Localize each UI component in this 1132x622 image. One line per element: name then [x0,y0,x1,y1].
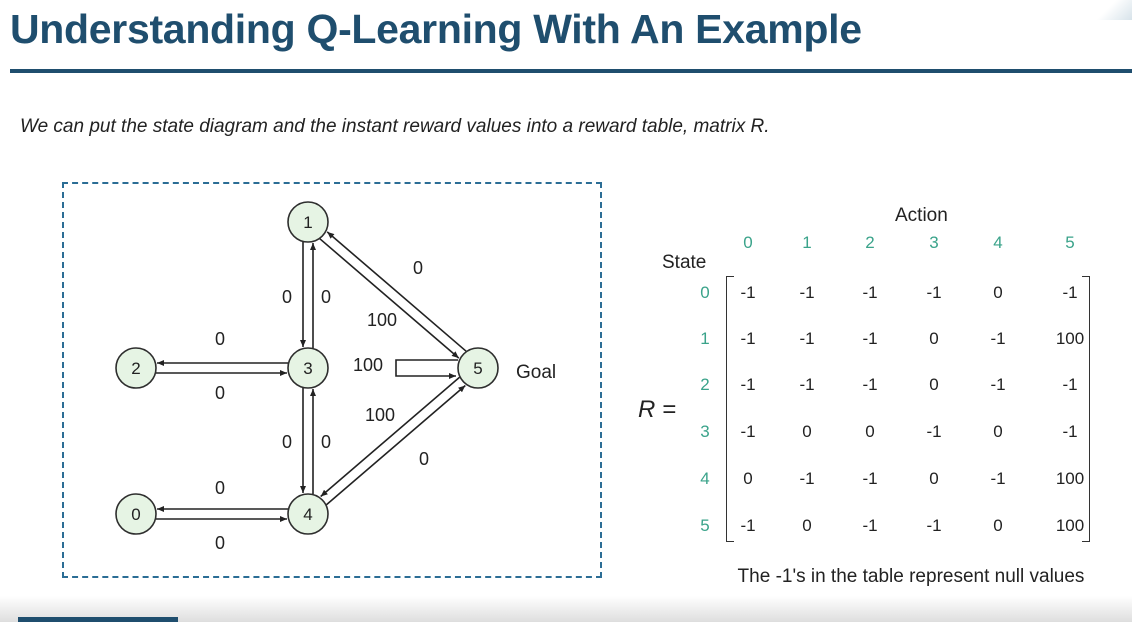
action-index-2: 2 [865,233,875,252]
matrix-cell-r2-c1: -1 [799,375,815,394]
state-index-1: 1 [700,329,710,348]
edge-line [326,231,467,352]
matrix-right-bracket [1082,276,1090,542]
matrix-cell-r4-c4: -1 [990,469,1006,488]
matrix-cell-r3-c2: 0 [865,422,875,441]
matrix-cell-r0-c3: -1 [926,283,942,302]
matrix-cell-r3-c4: 0 [993,422,1003,441]
action-axis-title: Action [895,205,948,226]
matrix-cell-r0-c4: 0 [993,283,1003,302]
matrix-cell-r2-c3: 0 [929,375,939,394]
state-node-5: 5 [457,347,499,389]
edge-reward-label: 100 [365,405,395,425]
matrix-cell-r4-c2: -1 [862,469,878,488]
edge-3-to-4: 0 [300,388,331,493]
state-index-0: 0 [700,283,710,302]
matrix-cell-r2-c4: -1 [990,375,1006,394]
matrix-r-label: R = [638,396,677,423]
edge-line [320,376,461,498]
edge-2-to-3: 0 [156,370,287,403]
edge-reward-label: 100 [353,355,383,375]
nodes-layer: 1 2 3 5 0 4 [115,201,499,535]
state-node-1: 1 [287,201,329,243]
edge-1-to-3: 0 [300,242,331,347]
edge-1-to-5: 100 [319,238,460,359]
edge-5-to-4: 0 [320,376,461,498]
edge-3-to-2: 0 [157,329,288,366]
edge-4-to-0: 0 [157,478,288,512]
state-diagram: 0 0 0 0 0 0 0 0 100 0 100 0 100 1 2 3 5 0 4 Goal [115,201,556,553]
state-node-label: 5 [473,359,482,378]
state-node-label: 3 [303,359,312,378]
corner-accent [1092,0,1132,20]
state-index-3: 3 [700,422,710,441]
edge-reward-label: 0 [282,287,292,307]
matrix-cell-r1-c1: -1 [799,329,815,348]
edge-line [319,238,460,359]
edge-0-to-4: 0 [156,516,287,553]
action-index-0: 0 [743,233,753,252]
edge-line [325,384,466,506]
state-node-label: 2 [131,359,140,378]
edge-reward-label: 100 [367,310,397,330]
matrix-cell-r5-c3: -1 [926,516,942,535]
state-axis-title: State [662,252,707,273]
state-index-2: 2 [700,375,710,394]
matrix-cell-r4-c1: -1 [799,469,815,488]
state-index-4: 4 [700,469,710,488]
state-index-5: 5 [700,516,710,535]
edge-5-to-5: 100 [353,355,458,379]
matrix-cell-r5-c1: 0 [802,516,812,535]
action-index-5: 5 [1065,233,1075,252]
edge-reward-label: 0 [419,449,429,469]
matrix-cell-r1-c2: -1 [862,329,878,348]
edge-reward-label: 0 [321,432,331,452]
matrix-cell-r5-c2: -1 [862,516,878,535]
action-index-3: 3 [929,233,939,252]
state-node-3: 3 [287,347,329,389]
bottom-tab-accent [18,617,178,622]
state-node-0: 0 [115,493,157,535]
matrix-cell-r3-c3: -1 [926,422,942,441]
matrix-cell-r1-c3: 0 [929,329,939,348]
null-values-note: The -1's in the table represent null val… [737,566,1085,587]
edge-reward-label: 0 [282,432,292,452]
state-node-label: 1 [303,213,312,232]
matrix-cell-r2-c2: -1 [862,375,878,394]
edge-line [395,359,458,379]
edge-4-to-5: 100 [325,384,466,506]
matrix-cell-r4-c3: 0 [929,469,939,488]
state-node-label: 0 [131,505,140,524]
edge-reward-label: 0 [215,533,225,553]
state-node-4: 4 [287,493,329,535]
goal-label: Goal [516,362,556,383]
edge-3-to-1: 0 [282,243,316,348]
edge-reward-label: 0 [215,478,225,498]
matrix-cell-r5-c4: 0 [993,516,1003,535]
edge-reward-label: 0 [413,258,423,278]
state-node-label: 4 [303,505,312,524]
edge-4-to-3: 0 [282,389,316,494]
edge-reward-label: 0 [215,383,225,403]
matrix-left-bracket [726,276,734,542]
action-index-1: 1 [802,233,812,252]
edge-reward-label: 0 [215,329,225,349]
edge-5-to-1: 0 [326,231,467,352]
matrix-cell-r1-c4: -1 [990,329,1006,348]
matrix-cell-r3-c1: 0 [802,422,812,441]
action-index-4: 4 [993,233,1003,252]
matrix-cell-r0-c1: -1 [799,283,815,302]
edge-reward-label: 0 [321,287,331,307]
matrix-cell-r0-c2: -1 [862,283,878,302]
state-node-2: 2 [115,347,157,389]
